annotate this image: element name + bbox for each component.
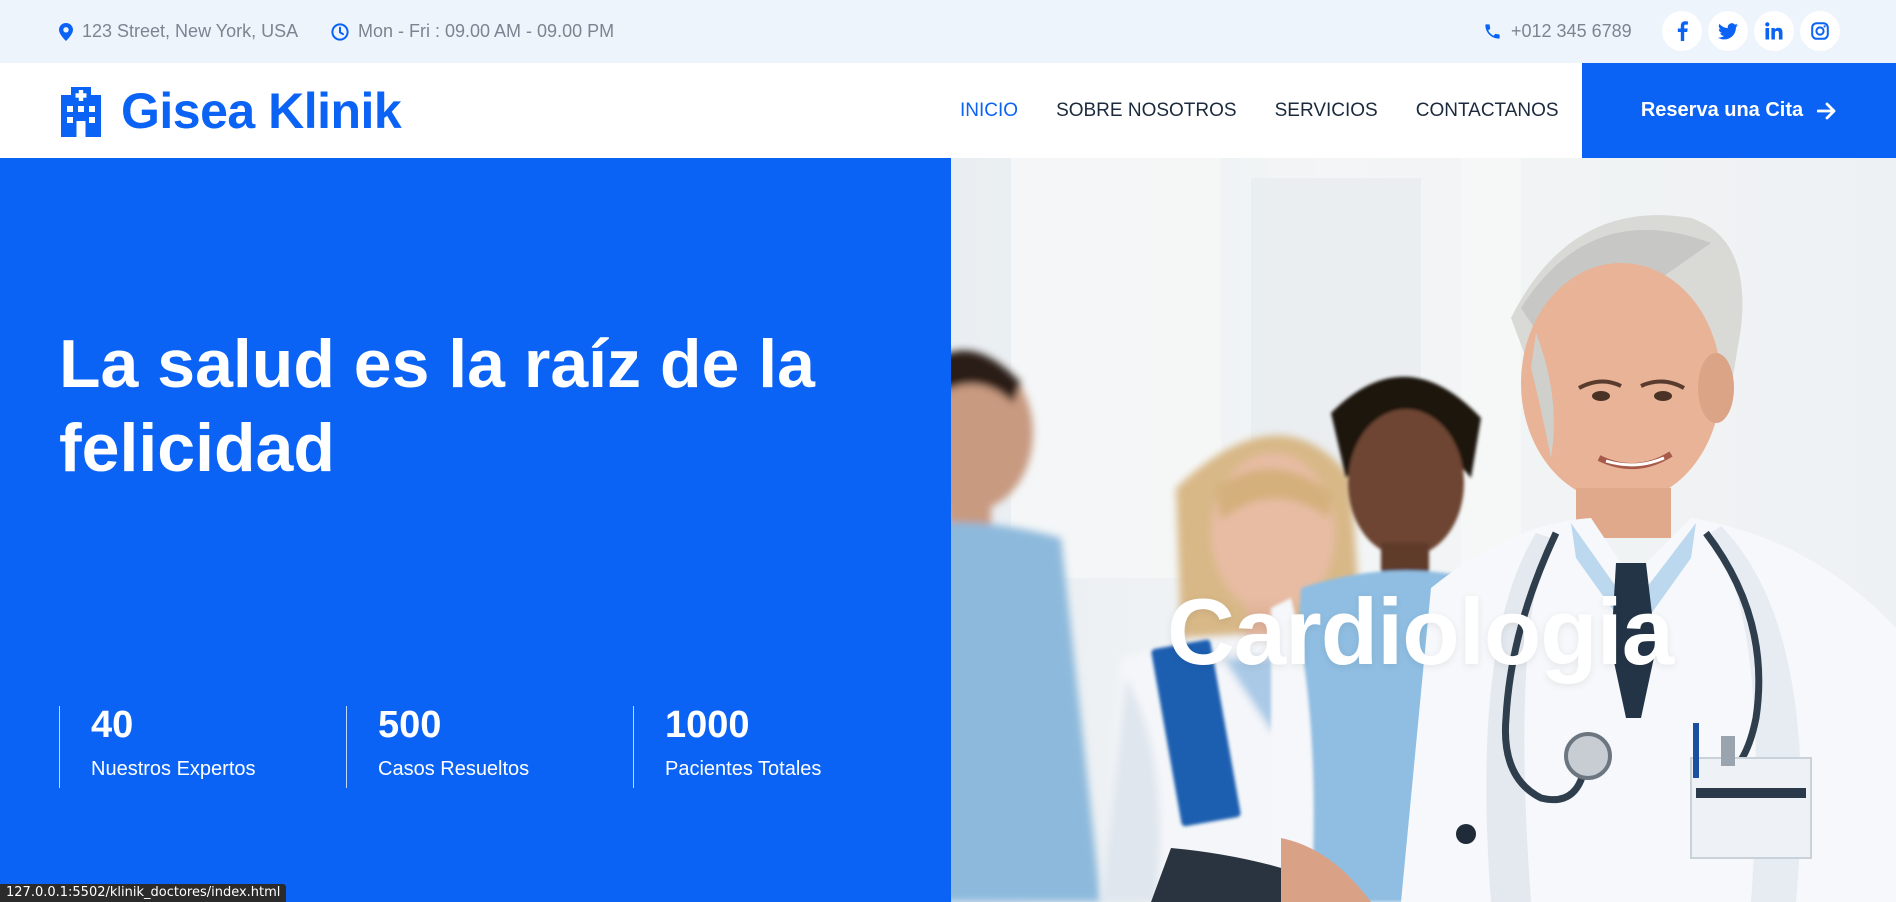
twitter-button[interactable] [1708, 11, 1748, 51]
hero-title: La salud es la raíz de la felicidad [59, 326, 815, 486]
phone-info[interactable]: +012 345 6789 [1483, 0, 1632, 63]
stat-cases: 500 Casos Resueltos [346, 704, 530, 788]
brand-name: Gisea Klinik [121, 82, 402, 139]
book-appointment-button[interactable]: Reserva una Cita [1582, 63, 1896, 158]
address-info: 123 Street, New York, USA [59, 0, 298, 63]
hours-text: Mon - Fri : 09.00 AM - 09.00 PM [358, 21, 615, 41]
stat-value: 40 [91, 704, 134, 746]
nav-link-inicio[interactable]: INICIO [960, 100, 1018, 122]
doctors-photo [951, 158, 1896, 902]
hero-carousel-image [951, 158, 1896, 902]
social-links [1662, 11, 1840, 51]
twitter-icon [1718, 22, 1738, 39]
phone-text: +012 345 6789 [1511, 21, 1632, 41]
stat-label: Nuestros Expertos [91, 758, 256, 780]
nav-menu: INICIO SOBRE NOSOTROS SERVICIOS CONTACTA… [960, 63, 1597, 158]
facebook-button[interactable] [1662, 11, 1702, 51]
top-info-bar: 123 Street, New York, USA Mon - Fri : 09… [0, 0, 1896, 63]
stat-experts: 40 Nuestros Expertos [59, 704, 256, 788]
map-marker-icon [59, 22, 73, 41]
stat-value: 1000 [665, 704, 750, 746]
browser-status-url: 127.0.0.1:5502/klinik_doctores/index.htm… [0, 884, 287, 902]
stat-label: Casos Resueltos [378, 758, 530, 780]
linkedin-button[interactable] [1754, 11, 1794, 51]
nav-link-servicios[interactable]: SERVICIOS [1275, 100, 1378, 122]
phone-icon [1485, 24, 1500, 39]
hospital-icon [61, 86, 101, 137]
brand-logo[interactable]: Gisea Klinik [59, 63, 402, 158]
hours-info: Mon - Fri : 09.00 AM - 09.00 PM [331, 0, 614, 63]
address-text: 123 Street, New York, USA [82, 21, 299, 41]
instagram-button[interactable] [1800, 11, 1840, 51]
nav-link-contactanos[interactable]: CONTACTANOS [1416, 100, 1559, 122]
instagram-icon [1811, 22, 1829, 40]
book-appointment-label: Reserva una Cita [1640, 99, 1804, 121]
stat-value: 500 [378, 704, 442, 746]
stat-patients: 1000 Pacientes Totales [633, 704, 822, 788]
arrow-right-icon [1817, 102, 1836, 119]
stat-label: Pacientes Totales [665, 758, 822, 780]
main-navbar: Gisea Klinik INICIO SOBRE NOSOTROS SERVI… [0, 63, 1896, 158]
linkedin-icon [1765, 22, 1783, 40]
nav-link-sobre-nosotros[interactable]: SOBRE NOSOTROS [1056, 100, 1237, 122]
clock-icon [331, 22, 349, 41]
facebook-icon [1677, 21, 1688, 41]
hero-section [0, 158, 951, 902]
carousel-caption: Cardiologia [1167, 579, 1674, 684]
